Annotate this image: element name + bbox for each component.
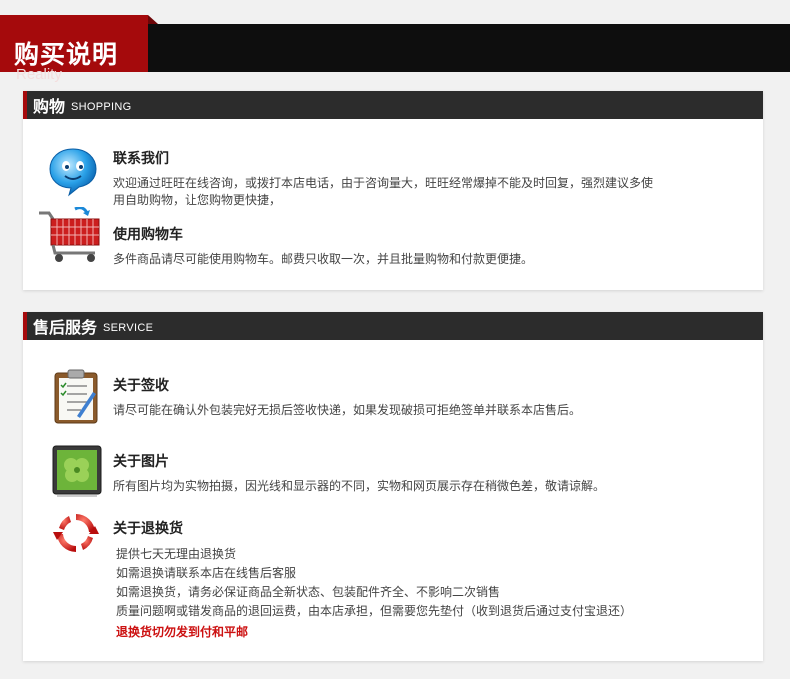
photo-text: 所有图片均为实物拍摄，因光线和显示器的不同，实物和网页展示存在稍微色差，敬请谅解… (113, 479, 606, 493)
cart-text: 多件商品请尽可能使用购物车。邮费只收取一次，并且批量购物和付款更便捷。 (113, 252, 534, 266)
sign-text: 请尽可能在确认外包装完好无损后签收快递，如果发现破损可拒绝签单并联系本店售后。 (113, 403, 582, 417)
returns-line-3: 如需退换货，请务必保证商品全新状态、包装配件齐全、不影响二次销售 (116, 585, 501, 599)
contact-line-1: 欢迎通过旺旺在线咨询，或拨打本店电话，由于咨询量大，旺旺经常爆掉不能及时回复，强… (113, 176, 654, 190)
sign-item: 关于签收 请尽可能在确认外包装完好无损后签收快递，如果发现破损可拒绝签单并联系本… (113, 375, 581, 419)
shopping-heading-en: SHOPPING (71, 101, 132, 113)
clipboard-icon (53, 368, 99, 428)
shopping-cart-icon (37, 206, 103, 269)
contact-line-2: 用自助购物，让您购物更快捷， (113, 193, 282, 207)
shopping-heading: 购物 (33, 97, 66, 116)
contact-item: 联系我们 欢迎通过旺旺在线咨询，或拨打本店电话，由于咨询量大，旺旺经常爆掉不能及… (113, 148, 653, 209)
page-subtitle: Reality (16, 66, 62, 83)
title-tab: 购买说明 Reality (0, 15, 158, 83)
returns-item: 关于退换货 提供七天无理由退换货 如需退换请联系本店在线售后客服 如需退换货，请… (113, 518, 632, 643)
cart-title: 使用购物车 (113, 227, 183, 243)
shopping-panel: 购物 SHOPPING 联系我们 欢迎通过旺旺在线咨询，或拨打本店电话，由于咨询… (23, 91, 763, 290)
service-heading: 售后服务 (33, 318, 98, 337)
chat-bubble-icon (47, 145, 99, 201)
cart-item: 使用购物车 多件商品请尽可能使用购物车。邮费只收取一次，并且批量购物和付款更便捷… (113, 224, 533, 268)
returns-line-4: 质量问题啊或错发商品的退回运费，由本店承担，但需要您先垫付（收到退货后通过支付宝… (116, 604, 633, 618)
contact-title: 联系我们 (113, 151, 169, 167)
picture-frame-icon (52, 445, 102, 501)
returns-title: 关于退换货 (113, 521, 183, 537)
service-header: 售后服务 SERVICE (23, 312, 763, 340)
service-panel: 售后服务 SERVICE 关于签收 请尽可能在确认外包装完好无损后签收快递，如果… (23, 312, 763, 661)
sign-title: 关于签收 (113, 378, 169, 394)
photo-item: 关于图片 所有图片均为实物拍摄，因光线和显示器的不同，实物和网页展示存在稍微色差… (113, 451, 605, 495)
photo-title: 关于图片 (113, 454, 169, 470)
shopping-header: 购物 SHOPPING (23, 91, 763, 119)
returns-line-1: 提供七天无理由退换货 (116, 547, 237, 561)
returns-line-2: 如需退换请联系本店在线售后客服 (116, 566, 297, 580)
service-heading-en: SERVICE (103, 322, 154, 334)
returns-warning: 退换货切勿发到付和平邮 (116, 625, 249, 639)
refresh-arrows-icon (53, 510, 99, 562)
